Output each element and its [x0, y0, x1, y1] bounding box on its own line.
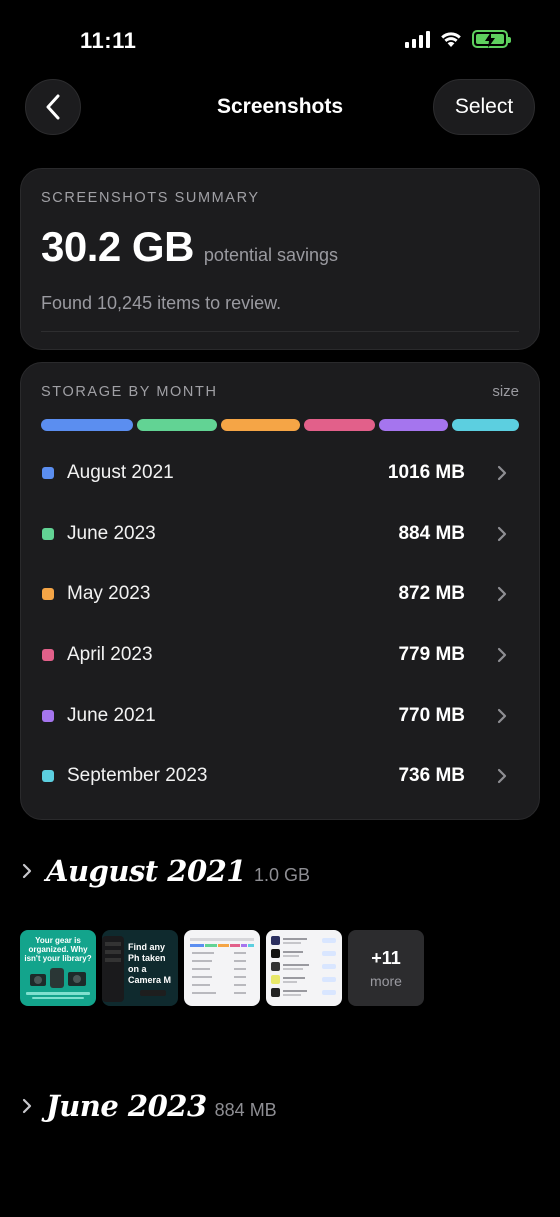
month-list: August 2021 1016 MB June 2023 884 MB May… — [21, 443, 541, 807]
section-header-august-2021[interactable]: August 2021 1.0 GB — [22, 854, 310, 888]
month-size: 779 MB — [398, 644, 465, 666]
month-color-dot — [42, 649, 54, 662]
section-size: 1.0 GB — [253, 865, 311, 885]
section-header-june-2023[interactable]: June 2023 884 MB — [22, 1089, 277, 1123]
month-name: June 2021 — [67, 704, 156, 726]
cellular-signal-icon — [405, 30, 430, 48]
storage-eyebrow: STORAGE BY MONTH — [41, 384, 218, 400]
section-title: August 2021 — [46, 854, 246, 888]
potential-savings: 30.2 GB potential savings — [41, 223, 338, 271]
month-color-dot — [42, 709, 54, 722]
camera-gear-image — [26, 968, 90, 999]
storage-bar-segment — [41, 419, 133, 431]
month-name: April 2023 — [67, 644, 153, 666]
chevron-right-icon — [497, 647, 507, 663]
sort-size-label[interactable]: size — [492, 383, 519, 400]
more-screenshots-tile[interactable]: +11 more — [348, 930, 424, 1006]
month-row[interactable]: May 2023 872 MB — [21, 564, 541, 625]
storage-list-preview-image — [190, 938, 254, 994]
storage-bar-segment — [221, 419, 301, 431]
month-row[interactable]: June 2023 884 MB — [21, 504, 541, 565]
month-name: May 2023 — [67, 583, 151, 605]
chevron-left-icon — [46, 94, 60, 120]
savings-value: 30.2 GB — [41, 223, 194, 270]
status-bar: 11:11 — [0, 0, 560, 80]
section-title: June 2023 — [46, 1089, 207, 1123]
summary-eyebrow: SCREENSHOTS SUMMARY — [41, 190, 260, 206]
storage-bar-segment — [378, 419, 449, 431]
month-name: August 2021 — [67, 462, 174, 484]
month-color-dot — [42, 527, 54, 540]
chevron-right-icon — [497, 769, 507, 784]
month-size: 770 MB — [398, 704, 465, 726]
storage-distribution-bar — [41, 419, 519, 431]
month-size: 736 MB — [398, 765, 465, 787]
screenshot-thumbnail[interactable] — [266, 930, 342, 1006]
status-time: 11:11 — [80, 28, 137, 53]
month-name: June 2023 — [67, 522, 156, 544]
month-color-dot — [42, 467, 54, 480]
chevron-right-icon — [22, 1098, 32, 1114]
storage-bar-segment — [304, 419, 375, 431]
month-row[interactable]: June 2021 770 MB — [21, 685, 541, 746]
storage-bar-segment — [452, 419, 519, 431]
storage-bar-segment — [136, 419, 218, 431]
chevron-right-icon — [22, 863, 32, 879]
screenshot-thumbnail[interactable]: Your gear is organized. Why isn't your l… — [20, 930, 96, 1006]
more-count: +11 — [371, 947, 401, 968]
month-size: 872 MB — [398, 583, 465, 605]
divider — [41, 331, 519, 332]
wifi-icon — [441, 32, 461, 47]
status-icons — [405, 30, 511, 48]
screenshot-thumbnails: Your gear is organized. Why isn't your l… — [20, 930, 424, 1006]
screenshot-thumbnail[interactable]: Find any Ph taken on a Camera M — [102, 930, 178, 1006]
month-size: 1016 MB — [387, 462, 465, 484]
month-size: 884 MB — [398, 522, 465, 544]
screenshots-summary-card: SCREENSHOTS SUMMARY 30.2 GB potential sa… — [20, 168, 540, 350]
savings-label: potential savings — [203, 245, 339, 265]
battery-charging-icon — [472, 30, 511, 48]
month-row[interactable]: August 2021 1016 MB — [21, 443, 541, 504]
found-items-text: Found 10,245 items to review. — [41, 293, 282, 313]
chevron-right-icon — [497, 708, 507, 723]
app-list-preview-image — [271, 936, 336, 997]
back-button[interactable] — [25, 79, 81, 135]
thumbnail-text: Find any Ph taken on a Camera M — [128, 942, 172, 985]
month-color-dot — [42, 588, 54, 601]
section-size: 884 MB — [214, 1100, 277, 1120]
storage-by-month-card: STORAGE BY MONTH size August 2021 1016 M… — [20, 362, 540, 820]
select-button[interactable]: Select — [433, 79, 535, 135]
month-name: September 2023 — [67, 765, 208, 787]
month-row[interactable]: September 2023 736 MB — [21, 746, 541, 807]
more-label: more — [370, 972, 402, 989]
month-color-dot — [42, 770, 54, 783]
chevron-right-icon — [497, 526, 507, 541]
chevron-right-icon — [497, 587, 507, 602]
screenshot-thumbnail[interactable] — [184, 930, 260, 1006]
chevron-right-icon — [497, 466, 507, 481]
month-row[interactable]: April 2023 779 MB — [21, 625, 541, 686]
